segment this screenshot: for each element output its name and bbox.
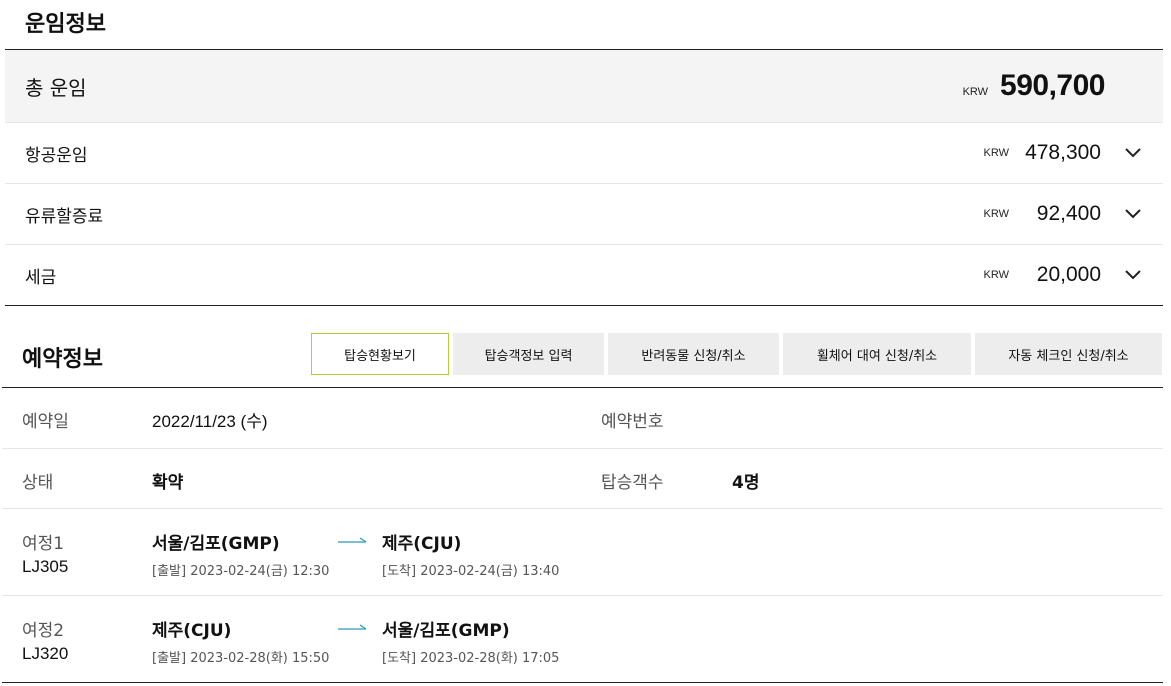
fare-row-value: KRW 478,300 (984, 141, 1143, 165)
fare-total-label: 총 운임 (25, 75, 87, 100)
arrow-right-icon (338, 624, 367, 630)
fare-row-value: KRW 92,400 (984, 202, 1143, 226)
flight-number: LJ305 (22, 557, 69, 576)
fare-total-amount-wrap: KRW 590,700 (962, 69, 1106, 103)
fare-row-label: 유류할증료 (25, 206, 104, 227)
status-value: 확약 (152, 473, 184, 493)
reservation-row-status: 상태 확약 탑승객수 4명 (2, 448, 1163, 508)
origin-airport: 제주(CJU) (152, 621, 232, 641)
currency-label: KRW (962, 86, 989, 98)
fare-row-label: 항공운임 (25, 145, 88, 166)
fare-row-airfare[interactable]: 항공운임 KRW 478,300 (5, 122, 1163, 183)
chevron-down-icon[interactable] (1123, 143, 1143, 163)
tab-passenger-info[interactable]: 탑승객정보 입력 (453, 333, 604, 375)
booking-date-value: 2022/11/23 (수) (152, 412, 268, 431)
trip-row-1: 여정1 LJ305 서울/김포(GMP) [출발] 2023-02-24(금) … (2, 508, 1163, 595)
arrival-time: [도착] 2023-02-28(화) 17:05 (382, 651, 560, 666)
destination-airport: 제주(CJU) (382, 534, 462, 554)
chevron-down-icon[interactable] (1123, 204, 1143, 224)
fare-row-value: KRW 20,000 (984, 263, 1143, 287)
fare-total-row: 총 운임 KRW 590,700 (5, 50, 1163, 122)
arrow-right-icon (338, 537, 367, 543)
fare-row-fuel-surcharge[interactable]: 유류할증료 KRW 92,400 (5, 183, 1163, 244)
reservation-row-date: 예약일 2022/11/23 (수) 예약번호 (2, 388, 1163, 448)
chevron-down-icon[interactable] (1123, 265, 1143, 285)
fare-row-tax[interactable]: 세금 KRW 20,000 (5, 244, 1163, 305)
booking-date-label: 예약일 (22, 412, 69, 432)
reservation-table: 예약일 2022/11/23 (수) 예약번호 상태 확약 탑승객수 4명 여정… (2, 387, 1163, 683)
tab-auto-checkin[interactable]: 자동 체크인 신청/취소 (975, 333, 1162, 375)
passengers-value: 4명 (732, 473, 760, 493)
tab-pet-request[interactable]: 반려동물 신청/취소 (608, 333, 779, 375)
fare-row-amount: 478,300 (1025, 141, 1101, 164)
flight-number: LJ320 (22, 644, 69, 663)
arrival-time: [도착] 2023-02-24(금) 13:40 (382, 564, 560, 579)
fare-row-amount: 92,400 (1036, 202, 1101, 225)
reservation-section-title: 예약정보 (22, 347, 103, 372)
status-label: 상태 (22, 473, 54, 493)
trip-row-2: 여정2 LJ320 제주(CJU) [출발] 2023-02-28(화) 15:… (2, 595, 1163, 682)
currency-label: KRW (983, 147, 1009, 159)
trip-label: 여정1 (22, 534, 65, 554)
departure-time: [출발] 2023-02-28(화) 15:50 (152, 651, 330, 666)
fare-section-title: 운임정보 (25, 12, 106, 37)
fare-row-amount: 20,000 (1036, 263, 1101, 286)
tab-wheelchair-request[interactable]: 휠체어 대여 신청/취소 (783, 333, 971, 375)
destination-airport: 서울/김포(GMP) (382, 621, 510, 641)
passengers-label: 탑승객수 (601, 473, 664, 493)
tab-boarding-status[interactable]: 탑승현황보기 (311, 333, 449, 375)
origin-airport: 서울/김포(GMP) (152, 534, 280, 554)
trip-label: 여정2 (22, 621, 65, 641)
fare-row-label: 세금 (25, 267, 57, 288)
fare-total-amount: 590,700 (1000, 69, 1105, 102)
booking-number-label: 예약번호 (601, 412, 664, 432)
currency-label: KRW (983, 269, 1009, 281)
fare-table: 총 운임 KRW 590,700 항공운임 KRW 478,300 유류할증료 … (5, 49, 1163, 306)
departure-time: [출발] 2023-02-24(금) 12:30 (152, 564, 330, 579)
currency-label: KRW (983, 208, 1009, 220)
